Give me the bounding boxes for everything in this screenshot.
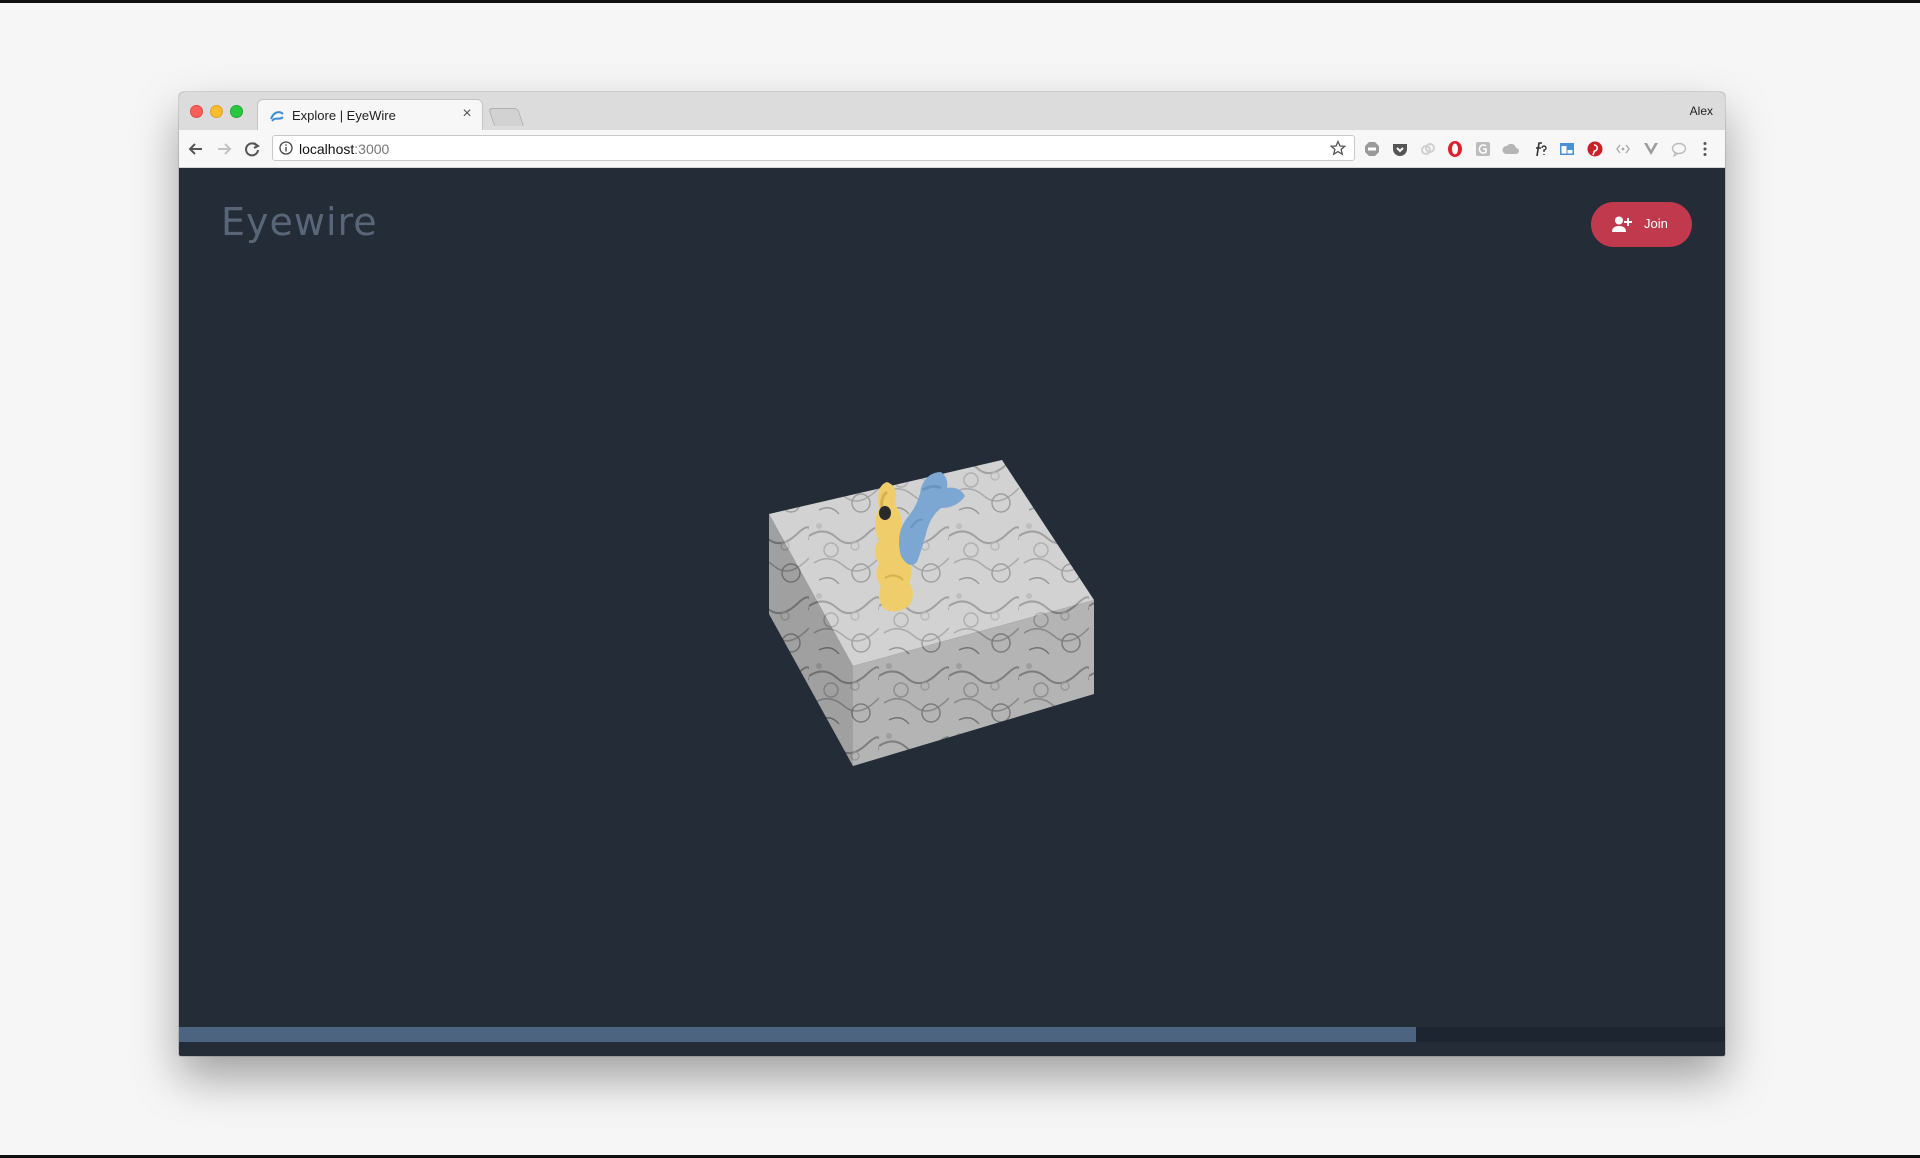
opera-icon[interactable] — [1446, 140, 1464, 158]
abp-icon[interactable] — [1363, 140, 1381, 158]
info-icon[interactable] — [279, 141, 293, 155]
layout-icon[interactable] — [1558, 140, 1576, 158]
url-text: localhost:3000 — [299, 141, 389, 157]
reload-icon[interactable] — [241, 138, 263, 160]
url-host: localhost — [299, 141, 355, 157]
tab-close-icon[interactable]: × — [459, 105, 475, 123]
grammarly-icon[interactable] — [1474, 140, 1492, 158]
top-border — [0, 0, 1920, 3]
loading-progress-fill — [179, 1027, 1416, 1042]
title-bar: Explore | EyeWire × Alex — [179, 92, 1725, 131]
bookmark-star-icon[interactable] — [1330, 140, 1346, 156]
volume-3d-view[interactable] — [179, 168, 1725, 1042]
join-button[interactable]: Join — [1591, 202, 1692, 247]
font-finder-icon[interactable] — [1530, 140, 1548, 158]
browser-window: Explore | EyeWire × Alex localhost:3000 — [179, 92, 1725, 1056]
url-port: :3000 — [354, 141, 390, 157]
code-icon[interactable] — [1614, 140, 1632, 158]
eyewire-logo[interactable]: Eyewire — [221, 200, 378, 244]
join-label: Join — [1644, 216, 1668, 231]
back-arrow-icon[interactable] — [185, 138, 207, 160]
browser-tab[interactable]: Explore | EyeWire × — [257, 99, 483, 131]
tab-title: Explore | EyeWire — [292, 108, 396, 123]
maximize-window-button[interactable] — [230, 105, 243, 118]
new-tab-button[interactable] — [488, 108, 524, 126]
vue-icon[interactable] — [1642, 140, 1660, 158]
chat-icon[interactable] — [1670, 140, 1688, 158]
loading-progress-bar — [179, 1027, 1725, 1042]
minimize-window-button[interactable] — [210, 105, 223, 118]
pinterest-icon[interactable] — [1586, 140, 1604, 158]
forward-arrow-icon[interactable] — [213, 138, 235, 160]
pocket-icon[interactable] — [1391, 140, 1409, 158]
link-icon[interactable] — [1419, 140, 1437, 158]
cloud-icon[interactable] — [1502, 140, 1520, 158]
address-bar[interactable]: localhost:3000 — [272, 135, 1355, 161]
add-user-icon — [1612, 216, 1632, 232]
close-window-button[interactable] — [190, 105, 203, 118]
eyewire-favicon-icon — [270, 111, 284, 122]
browser-toolbar: localhost:3000 — [179, 130, 1725, 168]
page-content: Eyewire Join — [179, 168, 1725, 1042]
profile-name[interactable]: Alex — [1690, 104, 1713, 118]
menu-icon[interactable] — [1696, 140, 1714, 158]
